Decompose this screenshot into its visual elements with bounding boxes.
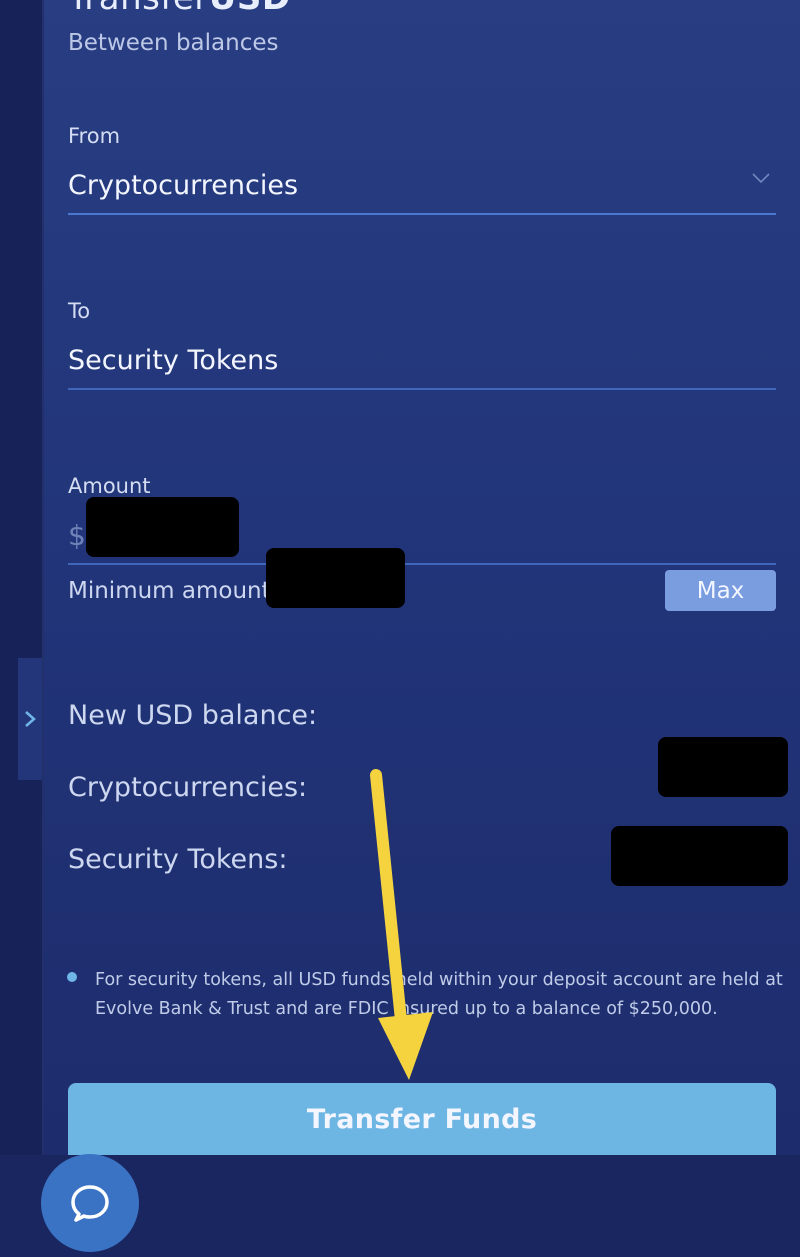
page-subtitle: Between balances xyxy=(68,30,279,56)
chevron-down-icon[interactable] xyxy=(752,171,770,185)
sidebar-toggle[interactable] xyxy=(18,658,42,780)
from-select[interactable]: Cryptocurrencies xyxy=(68,170,298,201)
security-balance-label: Security Tokens: xyxy=(68,844,288,875)
amount-label: Amount xyxy=(68,474,151,498)
to-label: To xyxy=(68,299,91,323)
from-underline xyxy=(68,213,776,215)
crypto-balance-redaction xyxy=(658,737,788,797)
security-balance-redaction xyxy=(611,826,788,886)
chevron-right-icon xyxy=(25,711,36,727)
amount-underline xyxy=(68,563,776,565)
to-underline xyxy=(68,388,776,390)
new-balance-heading: New USD balance: xyxy=(68,700,318,731)
chat-button[interactable] xyxy=(41,1154,139,1252)
title-transfer: Transfer xyxy=(68,0,209,18)
amount-input[interactable]: $ xyxy=(68,497,776,563)
minimum-amount-label: Minimum amount xyxy=(68,578,271,604)
from-label: From xyxy=(68,124,121,148)
crypto-balance-label: Cryptocurrencies: xyxy=(68,772,308,803)
currency-symbol: $ xyxy=(68,519,86,552)
title-currency: USD xyxy=(209,0,291,18)
page-title: TransferUSD xyxy=(68,0,291,18)
fdic-note: For security tokens, all USD funds held … xyxy=(95,970,783,1019)
left-rail xyxy=(0,0,44,1257)
amount-redaction xyxy=(86,497,239,557)
to-value[interactable]: Security Tokens xyxy=(68,345,278,376)
note-bullet xyxy=(67,972,77,982)
minimum-amount-redaction xyxy=(266,548,405,608)
max-button[interactable]: Max xyxy=(665,570,776,611)
transfer-funds-button[interactable]: Transfer Funds xyxy=(68,1083,776,1155)
chat-bubble-icon xyxy=(71,1185,109,1222)
